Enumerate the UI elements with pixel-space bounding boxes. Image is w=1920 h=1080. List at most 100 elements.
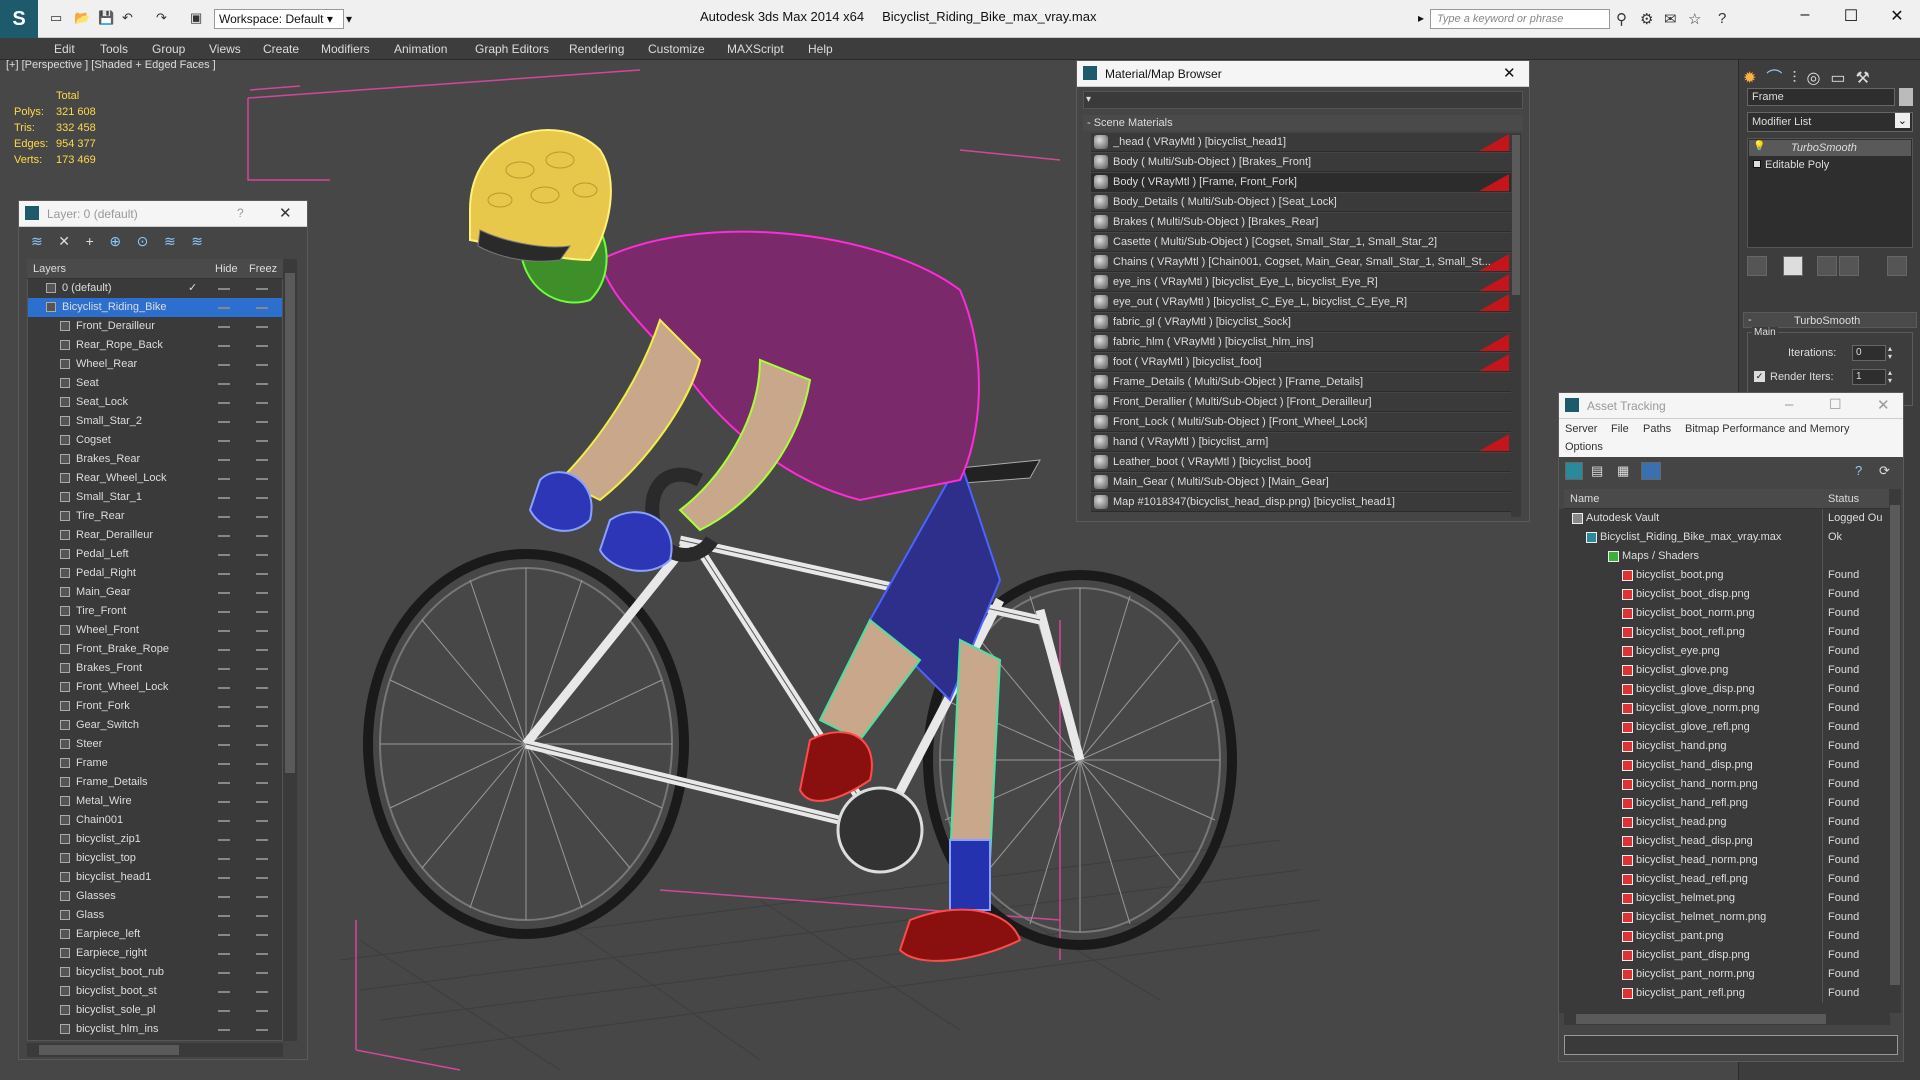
asset-close-icon[interactable]: ✕ xyxy=(1877,396,1890,414)
render-iters-input[interactable]: 1 xyxy=(1852,369,1886,385)
hide-all-icon[interactable]: ≋ xyxy=(191,233,203,249)
layer-row[interactable]: bicyclist_hlm_ins xyxy=(28,1020,282,1039)
hide-toggle[interactable] xyxy=(218,554,230,556)
material-row[interactable]: Front_Derallier ( Multi/Sub-Object ) [Fr… xyxy=(1091,393,1511,412)
asset-menu-bitmap[interactable]: Bitmap Performance and Memory xyxy=(1685,423,1849,435)
layer-row[interactable]: Small_Star_2 xyxy=(28,412,282,431)
menu-edit[interactable]: Edit xyxy=(54,42,75,56)
layer-scroll-thumb[interactable] xyxy=(285,273,295,773)
material-row[interactable]: fabric_gl ( VRayMtl ) [bicyclist_Sock] xyxy=(1091,313,1511,332)
asset-maximize-icon[interactable]: ☐ xyxy=(1829,396,1842,413)
asset-menu-options[interactable]: Options xyxy=(1565,441,1603,453)
layer-row[interactable]: Small_Star_1 xyxy=(28,488,282,507)
col-freeze[interactable]: Freez xyxy=(249,263,277,275)
remove-modifier-icon[interactable] xyxy=(1839,256,1859,276)
modifier-stack[interactable]: 💡 TurboSmooth Editable Poly xyxy=(1747,138,1913,248)
workspace-dropdown[interactable]: Workspace: Default ▾ xyxy=(214,9,344,29)
create-tab-icon[interactable]: ✹ xyxy=(1743,70,1766,87)
asset-row[interactable]: Autodesk Vault Logged Ou xyxy=(1564,509,1890,528)
layer-row[interactable]: Front_Wheel_Lock xyxy=(28,678,282,697)
freeze-toggle[interactable] xyxy=(256,421,268,423)
asset-row[interactable]: bicyclist_hand_norm.png Found xyxy=(1564,775,1890,794)
layer-row[interactable]: bicyclist_head1 xyxy=(28,868,282,887)
hide-toggle[interactable] xyxy=(218,288,230,290)
material-row[interactable]: Leather_boot ( VRayMtl ) [bicyclist_boot… xyxy=(1091,453,1511,472)
menu-rendering[interactable]: Rendering xyxy=(569,42,624,56)
render-iters-spinner[interactable]: ▴ ▾ xyxy=(1888,369,1892,385)
make-unique-icon[interactable] xyxy=(1817,256,1837,276)
utilities-tab-icon[interactable]: ⚒ xyxy=(1856,70,1880,87)
freeze-toggle[interactable] xyxy=(256,744,268,746)
material-row[interactable]: Map #1018347(bicyclist_head_disp.png) [b… xyxy=(1091,493,1511,512)
layer-row[interactable]: Main_Gear xyxy=(28,583,282,602)
layer-row[interactable]: Steer xyxy=(28,735,282,754)
layer-row[interactable]: Metal_Wire xyxy=(28,792,282,811)
layer-row[interactable]: Rear_Rope_Back xyxy=(28,336,282,355)
hide-toggle[interactable] xyxy=(218,744,230,746)
hide-toggle[interactable] xyxy=(218,839,230,841)
bulb-icon[interactable]: 💡 xyxy=(1753,141,1765,152)
layer-row[interactable]: bicyclist_top xyxy=(28,849,282,868)
hide-toggle[interactable] xyxy=(218,478,230,480)
project-folder-icon[interactable]: ▣ xyxy=(190,10,202,26)
hierarchy-tab-icon[interactable]: ⫶ xyxy=(1792,70,1806,87)
freeze-toggle[interactable] xyxy=(256,383,268,385)
asset-row[interactable]: bicyclist_pant_disp.png Found xyxy=(1564,946,1890,965)
asset-row[interactable]: bicyclist_head_norm.png Found xyxy=(1564,851,1890,870)
freeze-toggle[interactable] xyxy=(256,1029,268,1031)
asset-hscroll-thumb[interactable] xyxy=(1576,1014,1826,1024)
material-row[interactable]: eye_ins ( VRayMtl ) [bicyclist_Eye_L, bi… xyxy=(1091,273,1511,292)
menu-views[interactable]: Views xyxy=(209,42,241,56)
layer-row[interactable]: Gear_Switch xyxy=(28,716,282,735)
layer-row[interactable]: Frame xyxy=(28,754,282,773)
search-options-icon[interactable]: ▾ xyxy=(1086,94,1091,105)
layer-row[interactable]: bicyclist_zip1 xyxy=(28,830,282,849)
asset-row[interactable]: bicyclist_helmet.png Found xyxy=(1564,889,1890,908)
freeze-toggle[interactable] xyxy=(256,877,268,879)
asset-path-field[interactable] xyxy=(1564,1035,1898,1055)
material-scrollbar[interactable] xyxy=(1511,133,1521,517)
layer-row[interactable]: Rear_Wheel_Lock xyxy=(28,469,282,488)
layer-row[interactable]: Front_Derailleur xyxy=(28,317,282,336)
favorites-star-icon[interactable]: ☆ xyxy=(1688,10,1701,28)
freeze-toggle[interactable] xyxy=(256,592,268,594)
material-row[interactable]: Casette ( Multi/Sub-Object ) [Cogset, Sm… xyxy=(1091,233,1511,252)
asset-row[interactable]: bicyclist_glove_norm.png Found xyxy=(1564,699,1890,718)
render-iters-checkbox[interactable]: ✓ xyxy=(1754,371,1765,382)
layer-list[interactable]: 0 (default) ✓ Bicyclist_Riding_Bike Front_D… xyxy=(27,279,283,1041)
asset-row[interactable]: bicyclist_boot_refl.png Found xyxy=(1564,623,1890,642)
layer-row[interactable]: Tire_Front xyxy=(28,602,282,621)
menu-create[interactable]: Create xyxy=(263,42,299,56)
asset-row[interactable]: bicyclist_glove.png Found xyxy=(1564,661,1890,680)
layer-row[interactable]: Pedal_Left xyxy=(28,545,282,564)
freeze-toggle[interactable] xyxy=(256,459,268,461)
col-name[interactable]: Name xyxy=(1570,493,1599,505)
layer-row[interactable]: Frame_Details xyxy=(28,773,282,792)
freeze-toggle[interactable] xyxy=(256,896,268,898)
col-hide[interactable]: Hide xyxy=(215,263,238,275)
layer-row[interactable]: Tire_Rear xyxy=(28,507,282,526)
asset-row[interactable]: bicyclist_pant.png Found xyxy=(1564,927,1890,946)
modify-tab-icon[interactable]: ⌒ xyxy=(1766,70,1792,87)
freeze-toggle[interactable] xyxy=(256,516,268,518)
freeze-toggle[interactable] xyxy=(256,668,268,670)
hide-toggle[interactable] xyxy=(218,934,230,936)
object-color-swatch[interactable] xyxy=(1899,88,1913,106)
hide-toggle[interactable] xyxy=(218,497,230,499)
hide-toggle[interactable] xyxy=(218,858,230,860)
material-browser-header[interactable]: Material/Map Browser ✕ xyxy=(1077,61,1529,87)
layer-row[interactable]: Seat_Lock xyxy=(28,393,282,412)
asset-scrollbar[interactable] xyxy=(1889,489,1901,1013)
freeze-toggle[interactable] xyxy=(256,972,268,974)
layer-row[interactable]: Rear_Derailleur xyxy=(28,526,282,545)
help-icon[interactable]: ? xyxy=(1718,10,1726,27)
freeze-toggle[interactable] xyxy=(256,839,268,841)
hide-toggle[interactable] xyxy=(218,421,230,423)
freeze-toggle[interactable] xyxy=(256,611,268,613)
layer-row[interactable]: 0 (default) ✓ xyxy=(28,279,282,298)
quick-access-menu-icon[interactable]: ▾ xyxy=(346,12,352,26)
asset-row[interactable]: bicyclist_hand.png Found xyxy=(1564,737,1890,756)
hide-toggle[interactable] xyxy=(218,972,230,974)
layer-row[interactable]: Wheel_Front xyxy=(28,621,282,640)
save-icon[interactable]: 💾 xyxy=(98,10,114,26)
